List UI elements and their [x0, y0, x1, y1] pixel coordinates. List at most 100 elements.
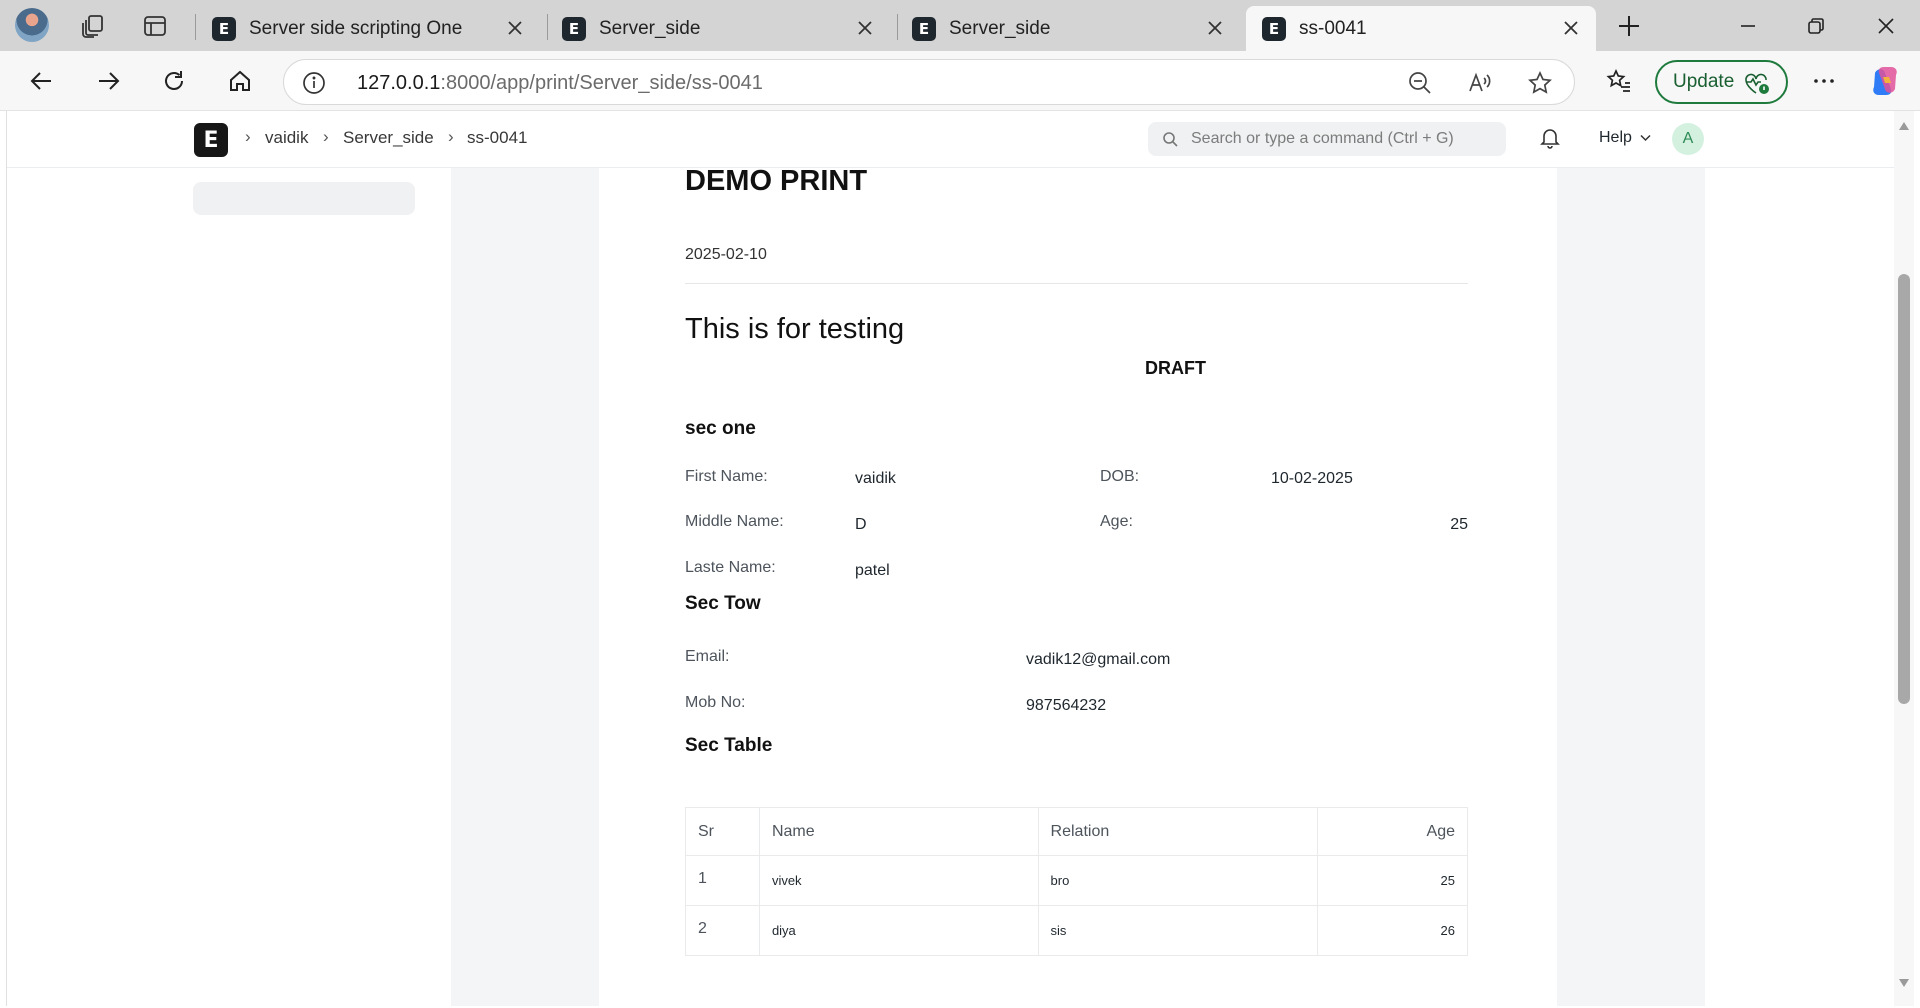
address-bar[interactable]: 127.0.0.1:8000/app/print/Server_side/ss-…	[283, 59, 1575, 105]
first-name-value: vaidik	[855, 470, 896, 487]
search-placeholder: Search or type a command (Ctrl + G)	[1191, 130, 1454, 147]
tab-title: ss-0041	[1299, 17, 1367, 39]
cell-name: vivek	[758, 855, 1039, 906]
dob-label: DOB:	[1100, 468, 1140, 485]
print-sheet: DEMO PRINT 2025-02-10 This is for testin…	[599, 165, 1557, 1006]
favorite-star-icon[interactable]	[1526, 69, 1554, 97]
favorites-icon[interactable]	[1602, 64, 1636, 98]
column-header-name: Name	[758, 807, 1039, 856]
breadcrumb-ss-0041[interactable]: ss-0041	[467, 128, 527, 148]
age-value: 25	[1450, 516, 1468, 533]
app-logo[interactable]: E	[194, 123, 228, 157]
restore-icon[interactable]	[1796, 8, 1836, 44]
page-viewport: E › vaidik › Server_side › ss-0041 Searc…	[6, 111, 1894, 1006]
browser-tab-bar: E Server side scripting One E Server_sid…	[0, 0, 1920, 51]
url-host: 127.0.0.1	[357, 72, 441, 94]
last-name-value: patel	[855, 562, 890, 579]
column-header-relation: Relation	[1037, 807, 1319, 856]
close-tab-icon[interactable]	[1560, 17, 1582, 39]
last-name-label: Laste Name:	[685, 559, 776, 576]
zoom-out-icon[interactable]	[1406, 69, 1434, 97]
tab-favicon: E	[212, 16, 236, 41]
forward-icon[interactable]	[91, 64, 125, 98]
section-heading-one: sec one	[685, 418, 756, 439]
close-tab-icon[interactable]	[854, 17, 876, 39]
tab-server-side-scripting-one[interactable]: E Server side scripting One	[196, 6, 540, 51]
sidebar-right	[1705, 168, 1894, 1006]
column-header-age: Age	[1317, 807, 1468, 856]
section-heading-two: Sec Tow	[685, 593, 761, 614]
browser-toolbar: 127.0.0.1:8000/app/print/Server_side/ss-…	[0, 51, 1920, 111]
address-url[interactable]: 127.0.0.1:8000/app/print/Server_side/ss-…	[357, 72, 763, 95]
site-info-icon[interactable]	[300, 69, 328, 97]
tab-title: Server_side	[949, 17, 1051, 39]
close-window-icon[interactable]	[1866, 8, 1906, 44]
print-title: DEMO PRINT	[685, 165, 868, 197]
home-icon[interactable]	[223, 64, 257, 98]
divider	[685, 283, 1468, 284]
notification-bell-icon[interactable]	[1540, 127, 1560, 149]
email-value: vadik12@gmail.com	[1026, 651, 1171, 668]
update-label: Update	[1673, 71, 1735, 92]
chevron-down-icon[interactable]	[1640, 134, 1651, 142]
app-navbar: E › vaidik › Server_side › ss-0041 Searc…	[7, 111, 1894, 168]
copilot-icon[interactable]	[1868, 64, 1902, 98]
sidebar-placeholder	[193, 182, 415, 215]
workspaces-icon[interactable]	[78, 11, 108, 41]
tab-title: Server side scripting One	[249, 17, 463, 39]
update-button[interactable]: Update	[1655, 60, 1788, 104]
help-menu[interactable]: Help	[1599, 129, 1632, 147]
cell-age: 25	[1317, 855, 1468, 906]
tab-server-side-1[interactable]: E Server_side	[546, 6, 890, 51]
relatives-table: Sr Name Relation Age 1 vivek bro 25 2 di…	[685, 807, 1468, 956]
refresh-icon[interactable]	[157, 64, 191, 98]
scroll-down-icon[interactable]	[1898, 978, 1910, 988]
print-date: 2025-02-10	[685, 246, 767, 263]
first-name-label: First Name:	[685, 468, 768, 485]
new-tab-icon[interactable]	[1614, 11, 1644, 41]
minimize-icon[interactable]	[1728, 8, 1768, 44]
cell-relation: sis	[1037, 905, 1319, 956]
vertical-tabs-icon[interactable]	[140, 11, 170, 41]
scrollbar-thumb[interactable]	[1898, 274, 1910, 704]
tab-server-side-2[interactable]: E Server_side	[896, 6, 1240, 51]
table-header-row: Sr Name Relation Age	[685, 807, 1468, 856]
close-tab-icon[interactable]	[504, 17, 526, 39]
tab-favicon: E	[1262, 16, 1286, 41]
more-options-icon[interactable]	[1807, 64, 1841, 98]
email-label: Email:	[685, 648, 730, 665]
back-icon[interactable]	[25, 64, 59, 98]
print-subtitle: This is for testing	[685, 313, 905, 345]
sidebar-left	[7, 168, 451, 1006]
section-heading-table: Sec Table	[685, 735, 773, 756]
chevron-right-icon: ›	[245, 127, 251, 146]
middle-name-value: D	[855, 516, 867, 533]
read-aloud-icon[interactable]	[1466, 69, 1494, 97]
mob-value: 987564232	[1026, 697, 1107, 714]
tab-favicon: E	[562, 16, 586, 41]
close-tab-icon[interactable]	[1204, 17, 1226, 39]
chevron-right-icon: ›	[323, 127, 329, 146]
middle-name-label: Middle Name:	[685, 513, 784, 530]
search-input[interactable]: Search or type a command (Ctrl + G)	[1148, 122, 1506, 156]
page-scrollbar[interactable]	[1894, 111, 1914, 1006]
chevron-right-icon: ›	[448, 127, 454, 146]
cell-sr: 1	[685, 855, 760, 906]
table-row: 2 diya sis 26	[685, 905, 1468, 956]
breadcrumb-vaidik[interactable]: vaidik	[265, 128, 308, 148]
scroll-up-icon[interactable]	[1898, 121, 1910, 131]
heart-pulse-icon	[1745, 73, 1769, 94]
tab-ss-0041[interactable]: E ss-0041	[1246, 6, 1596, 51]
tab-favicon: E	[912, 16, 936, 41]
profile-avatar[interactable]	[15, 8, 49, 42]
dob-value: 10-02-2025	[1271, 470, 1353, 487]
user-avatar[interactable]: A	[1672, 123, 1704, 155]
cell-age: 26	[1317, 905, 1468, 956]
breadcrumb-server-side[interactable]: Server_side	[343, 128, 434, 148]
tab-title: Server_side	[599, 17, 701, 39]
cell-name: diya	[758, 905, 1039, 956]
draft-status: DRAFT	[1145, 358, 1206, 378]
url-path: :8000/app/print/Server_side/ss-0041	[440, 72, 763, 94]
cell-relation: bro	[1037, 855, 1319, 906]
age-label: Age:	[1100, 513, 1133, 530]
